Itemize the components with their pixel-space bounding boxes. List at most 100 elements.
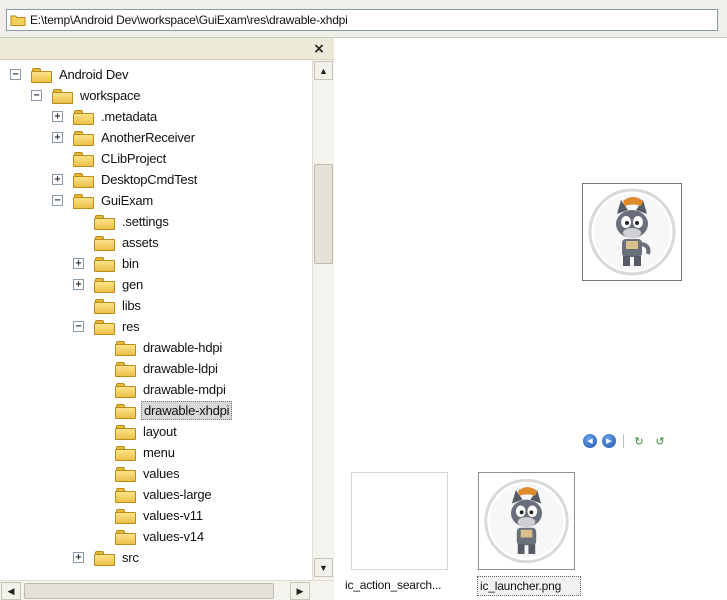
folder-icon [115,487,137,503]
tree-item[interactable]: − res [73,316,141,337]
tree-item-label: CLibProject [101,151,166,166]
tree-item-label: assets [122,235,159,250]
thumbnail-ic-action-search[interactable] [351,472,448,570]
tree-item[interactable]: − workspace [31,85,142,106]
folder-icon [115,403,137,419]
folder-icon [115,445,137,461]
folder-icon [31,67,53,83]
folder-icon [94,277,116,293]
collapse-icon[interactable]: − [31,90,42,101]
toolbar-separator [623,434,624,448]
tree-item-label: layout [143,424,177,439]
expand-icon[interactable]: + [73,258,84,269]
folder-icon [115,424,137,440]
tree-item-label: drawable-hdpi [143,340,223,355]
folder-icon [73,130,95,146]
folder-tree: − Android Dev − workspace + .metadata + Another… [0,60,312,580]
tree-item[interactable]: values-large [115,484,213,505]
tree-item[interactable]: libs [94,295,143,316]
tree-item-label: res [122,319,140,334]
next-image-icon[interactable]: ▶ [602,434,616,448]
folder-pane: × − Android Dev − workspace + .metadata + Anoth… [0,38,334,600]
expand-icon[interactable]: + [52,111,63,122]
tree-item-label: values-v11 [143,508,203,523]
address-path: E:\temp\Android Dev\workspace\GuiExam\re… [30,13,348,27]
collapse-icon[interactable]: − [73,321,84,332]
close-icon[interactable]: × [310,38,328,60]
tree-item-label: drawable-mdpi [143,382,226,397]
previous-image-icon[interactable]: ◀ [583,434,597,448]
folder-pane-header: × [0,38,334,60]
tree-item-label: values-v14 [143,529,204,544]
tree-item-label: drawable-ldpi [143,361,218,376]
tree-item[interactable]: menu [115,442,177,463]
tree-item[interactable]: values-v11 [115,505,205,526]
vertical-scrollbar[interactable]: ▲ ▼ [312,60,334,580]
wolf-character-image [588,188,676,276]
tree-item-label: drawable-xhdpi [141,401,233,420]
folder-icon [73,109,95,125]
thumbnail-ic-launcher[interactable] [478,472,575,570]
tree-item-label: values [143,466,180,481]
tree-item[interactable]: drawable-ldpi [115,358,220,379]
scroll-left-button[interactable]: ◀ [1,582,21,600]
tree-item[interactable]: + AnotherReceiver [52,127,197,148]
thumbnail-caption[interactable]: ic_action_search... [343,576,458,596]
wolf-character-image [484,478,569,564]
horizontal-scrollbar[interactable]: ◀ ▶ [0,580,334,600]
tree-item[interactable]: + gen [73,274,145,295]
expand-icon[interactable]: + [73,279,84,290]
tree-item-label: libs [122,298,141,313]
tree-item-label: workspace [80,88,141,103]
tree-item[interactable]: + src [73,547,141,568]
expand-icon[interactable]: + [52,132,63,143]
scroll-up-button[interactable]: ▲ [314,61,333,80]
tree-item[interactable]: + bin [73,253,141,274]
folder-icon [73,193,95,209]
address-input[interactable]: E:\temp\Android Dev\workspace\GuiExam\re… [6,9,718,31]
collapse-icon[interactable]: − [10,69,21,80]
tree-item[interactable]: assets [94,232,160,253]
tree-item-label: menu [143,445,175,460]
preview-pane: ◀ ▶ ↻ ↺ ic_action_search... ic_launcher.… [335,38,727,600]
tree-item-label: .settings [122,214,169,229]
tree-item-label: .metadata [101,109,158,124]
expand-icon[interactable]: + [73,552,84,563]
hscrollbar-thumb[interactable] [24,583,274,599]
scroll-right-button[interactable]: ▶ [290,582,310,600]
tree-item-label: gen [122,277,144,292]
tree-item[interactable]: − GuiExam [52,190,155,211]
folder-icon [73,172,95,188]
rotate-counterclockwise-icon[interactable]: ↺ [652,434,668,448]
folder-icon [52,88,74,104]
viewer-toolbar: ◀ ▶ ↻ ↺ [583,431,683,451]
address-bar: E:\temp\Android Dev\workspace\GuiExam\re… [0,0,727,38]
tree-item[interactable]: layout [115,421,179,442]
large-image-preview[interactable] [582,183,682,281]
tree-item[interactable]: + .metadata [52,106,159,127]
tree-item[interactable]: .settings [94,211,171,232]
tree-item[interactable]: + DesktopCmdTest [52,169,199,190]
collapse-icon[interactable]: − [52,195,63,206]
tree-item[interactable]: values [115,463,181,484]
folder-icon [94,550,116,566]
rotate-clockwise-icon[interactable]: ↻ [631,434,647,448]
expand-icon[interactable]: + [52,174,63,185]
scroll-down-button[interactable]: ▼ [314,558,333,577]
scrollbar-thumb[interactable] [314,164,333,264]
tree-item-label: AnotherReceiver [101,130,195,145]
folder-icon [115,361,137,377]
tree-item[interactable]: drawable-mdpi [115,379,228,400]
folder-icon [94,214,116,230]
tree-item-label: DesktopCmdTest [101,172,198,187]
folder-icon [94,298,116,314]
tree-item[interactable]: − Android Dev [10,64,130,85]
tree-item[interactable]: drawable-xhdpi [115,400,233,421]
tree-item[interactable]: values-v14 [115,526,206,547]
thumbnail-caption-selected[interactable]: ic_launcher.png [477,576,581,596]
tree-item-label: values-large [143,487,212,502]
tree-item-label: src [122,550,139,565]
tree-item[interactable]: CLibProject [73,148,168,169]
tree-item[interactable]: drawable-hdpi [115,337,224,358]
folder-icon [115,340,137,356]
